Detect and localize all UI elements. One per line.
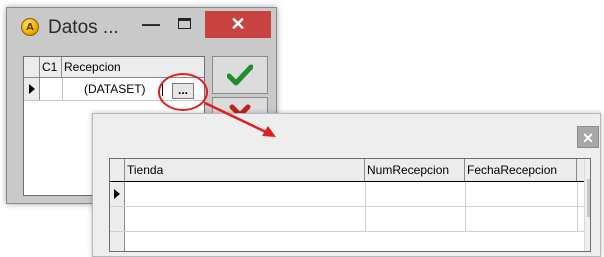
highlight-ring bbox=[158, 73, 208, 111]
app-icon-letter: A bbox=[26, 21, 34, 33]
app-icon: A bbox=[21, 18, 39, 36]
column-header-tienda[interactable]: Tienda bbox=[125, 159, 365, 181]
scrollbar-thumb[interactable] bbox=[587, 179, 590, 217]
column-header-c1[interactable]: C1 bbox=[40, 57, 62, 77]
grid-header: Tienda NumRecepcion FechaRecepcion bbox=[110, 159, 585, 182]
scroll-up-icon[interactable]: ▲ bbox=[585, 162, 590, 173]
dataset-grid[interactable]: Tienda NumRecepcion FechaRecepcion ▲ ▼ bbox=[109, 158, 591, 252]
row-indicator bbox=[110, 182, 125, 206]
recepcion-cell-value[interactable]: (DATASET) bbox=[84, 78, 146, 100]
row-indicator bbox=[110, 232, 125, 251]
window-title: Datos ... bbox=[48, 17, 119, 38]
cell-divider bbox=[62, 78, 63, 100]
minimize-button[interactable]: — bbox=[137, 14, 165, 36]
close-icon: ✕ bbox=[582, 130, 594, 146]
table-row[interactable] bbox=[110, 207, 585, 232]
maximize-icon bbox=[178, 18, 191, 29]
cell-divider bbox=[365, 182, 366, 206]
cell-divider bbox=[465, 182, 466, 206]
vertical-scrollbar[interactable]: ▲ ▼ bbox=[584, 159, 590, 251]
table-row[interactable] bbox=[110, 232, 585, 251]
ok-button[interactable] bbox=[212, 56, 268, 94]
dataset-editor-window: ✕ Tienda NumRecepcion FechaRecepcion ▲ ▼ bbox=[92, 113, 601, 257]
maximize-button[interactable] bbox=[171, 14, 199, 36]
row-indicator-header bbox=[110, 159, 125, 181]
table-row[interactable] bbox=[110, 182, 585, 207]
cell-divider bbox=[577, 207, 578, 231]
close-button[interactable]: ✕ bbox=[205, 11, 271, 38]
close-icon: ✕ bbox=[230, 14, 246, 34]
minimize-icon: — bbox=[142, 14, 160, 34]
column-header-fecharecepcion[interactable]: FechaRecepcion bbox=[465, 159, 577, 181]
current-row-arrow-icon bbox=[114, 189, 120, 199]
column-header-numrecepcion[interactable]: NumRecepcion bbox=[365, 159, 465, 181]
checkmark-icon bbox=[227, 64, 253, 86]
cell-divider bbox=[365, 207, 366, 231]
current-row-arrow-icon bbox=[29, 84, 35, 94]
row-indicator bbox=[110, 207, 125, 231]
scroll-down-icon[interactable]: ▼ bbox=[585, 235, 590, 246]
close-button[interactable]: ✕ bbox=[577, 126, 599, 148]
cell-divider bbox=[465, 207, 466, 231]
row-indicator bbox=[24, 78, 40, 100]
row-indicator-header bbox=[24, 57, 40, 77]
cell-divider bbox=[577, 182, 578, 206]
title-bar: A Datos ... — ✕ bbox=[7, 8, 276, 46]
